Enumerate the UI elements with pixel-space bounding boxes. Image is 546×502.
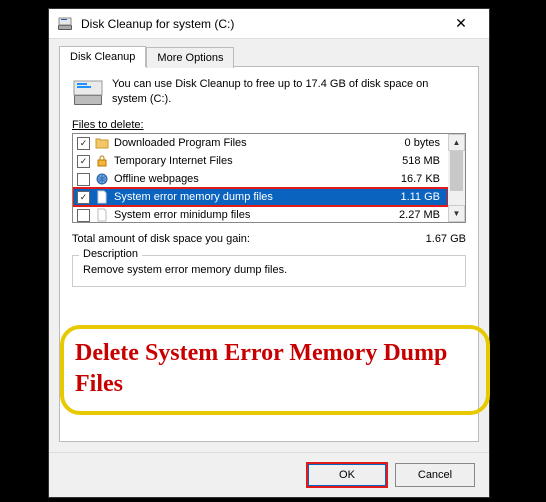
list-item-size: 1.11 GB <box>384 191 444 203</box>
scroll-down-icon[interactable]: ▼ <box>448 205 465 222</box>
description-legend: Description <box>79 248 142 260</box>
checkbox[interactable]: ✓ <box>77 155 90 168</box>
tab-more-options[interactable]: More Options <box>146 47 234 68</box>
total-value: 1.67 GB <box>426 233 466 245</box>
scroll-up-icon[interactable]: ▲ <box>448 134 465 151</box>
total-label: Total amount of disk space you gain: <box>72 233 250 245</box>
list-item-size: 2.27 MB <box>384 209 444 221</box>
tabstrip: Disk Cleanup More Options <box>59 45 479 66</box>
ok-button[interactable]: OK <box>307 463 387 487</box>
list-item[interactable]: Offline webpages 16.7 KB <box>73 170 448 188</box>
checkbox[interactable]: ✓ <box>77 137 90 150</box>
button-bar: OK Cancel <box>49 452 489 497</box>
list-item-size: 16.7 KB <box>384 173 444 185</box>
files-to-delete-label: Files to delete: <box>72 119 466 131</box>
list-item[interactable]: ✓ Downloaded Program Files 0 bytes <box>73 134 448 152</box>
files-listbox[interactable]: ✓ Downloaded Program Files 0 bytes ✓ Tem… <box>72 133 466 223</box>
list-item-size: 0 bytes <box>384 137 444 149</box>
checkbox[interactable] <box>77 173 90 186</box>
list-item-size: 518 MB <box>384 155 444 167</box>
file-icon <box>94 189 110 205</box>
titlebar[interactable]: Disk Cleanup for system (C:) ✕ <box>49 9 489 39</box>
disk-cleanup-dialog: Disk Cleanup for system (C:) ✕ Disk Clea… <box>48 8 490 498</box>
list-item-name: System error memory dump files <box>114 191 384 203</box>
scroll-track[interactable] <box>448 151 465 205</box>
list-item-name: Offline webpages <box>114 173 384 185</box>
scrollbar[interactable]: ▲ ▼ <box>448 134 465 222</box>
tab-disk-cleanup[interactable]: Disk Cleanup <box>59 46 146 67</box>
total-row: Total amount of disk space you gain: 1.6… <box>72 233 466 245</box>
window-title: Disk Cleanup for system (C:) <box>81 17 441 31</box>
checkbox[interactable] <box>77 209 90 222</box>
list-item-name: Downloaded Program Files <box>114 137 384 149</box>
list-item[interactable]: ✓ Temporary Internet Files 518 MB <box>73 152 448 170</box>
checkbox[interactable]: ✓ <box>77 191 90 204</box>
folder-icon <box>94 135 110 151</box>
tab-pane-disk-cleanup: You can use Disk Cleanup to free up to 1… <box>59 66 479 442</box>
cleanup-drive-icon <box>72 77 104 109</box>
list-item-selected[interactable]: ✓ System error memory dump files 1.11 GB <box>73 188 448 206</box>
lock-icon <box>94 153 110 169</box>
client-area: Disk Cleanup More Options You can use Di… <box>49 39 489 452</box>
list-item-name: System error minidump files <box>114 209 384 221</box>
list-item-name: Temporary Internet Files <box>114 155 384 167</box>
description-group: Description Remove system error memory d… <box>72 255 466 287</box>
close-icon[interactable]: ✕ <box>441 15 481 32</box>
scroll-thumb[interactable] <box>450 151 463 191</box>
drive-icon <box>57 16 73 32</box>
description-text: Remove system error memory dump files. <box>83 264 455 276</box>
file-icon <box>94 207 110 222</box>
cancel-button[interactable]: Cancel <box>395 463 475 487</box>
list-item[interactable]: System error minidump files 2.27 MB <box>73 206 448 222</box>
info-text: You can use Disk Cleanup to free up to 1… <box>112 77 466 109</box>
globe-icon <box>94 171 110 187</box>
info-row: You can use Disk Cleanup to free up to 1… <box>72 77 466 109</box>
